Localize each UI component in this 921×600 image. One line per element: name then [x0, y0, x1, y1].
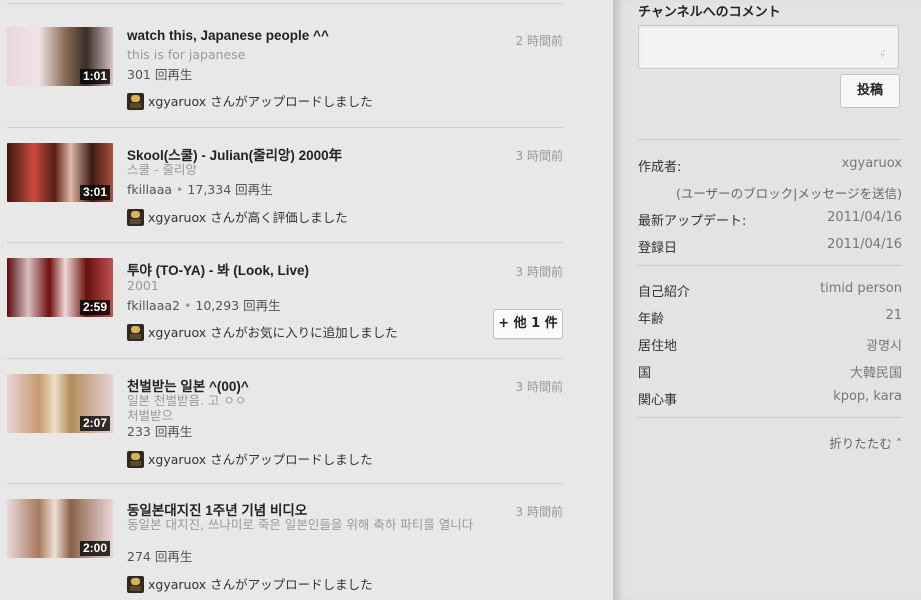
- uploader-link[interactable]: fkillaaa: [127, 182, 172, 197]
- uploader-link[interactable]: fkillaaa2: [127, 298, 180, 313]
- video-meta: fkillaaa2 • 10,293 回再生: [127, 298, 281, 313]
- video-description: 일본 천벌받음. 고 ㅇㅇ 처벌받으: [127, 393, 247, 421]
- view-count: 233 回再生: [127, 424, 193, 439]
- video-thumbnail[interactable]: 2:59: [7, 258, 113, 317]
- timestamp: 3 時間前: [515, 149, 563, 163]
- interests-row: 関心事 kpop, kara: [638, 389, 902, 408]
- duration-badge: 2:07: [79, 416, 110, 431]
- duration-badge: 2:59: [79, 300, 110, 315]
- interests-label: 関心事: [638, 393, 678, 408]
- timestamp: 3 時間前: [515, 265, 563, 279]
- joined-value: 2011/04/16: [827, 237, 902, 252]
- activity-text: xgyaruox さんがお気に入りに追加しました: [148, 325, 398, 340]
- view-count: 301 回再生: [127, 67, 193, 82]
- collapse-link[interactable]: 折りたたむ ˄: [829, 433, 902, 452]
- duration-badge: 1:01: [79, 69, 110, 84]
- divider: [638, 265, 902, 266]
- activity-text: xgyaruox さんがアップロードしました: [148, 452, 373, 467]
- channel-info-panel: チャンネルへのコメント .:̣ 投稿 作成者: xgyaruox (ユーザーのブ…: [613, 0, 921, 600]
- video-title[interactable]: 투야 (TO-YA) - 봐 (Look, Live): [127, 259, 309, 279]
- video-thumbnail[interactable]: 1:01: [7, 27, 113, 86]
- activity-line: xgyaruox さんが高く評価しました: [127, 207, 348, 226]
- age-value: 21: [885, 308, 902, 323]
- view-count: 274 回再生: [127, 549, 193, 564]
- divider: [7, 3, 563, 4]
- video-description: 동일본 대지진, 쓰나미로 죽은 일본인들을 위해 축하 파티를 열니다: [127, 517, 474, 532]
- block-message-links[interactable]: (ユーザーのブロック|メッセージを送信): [676, 183, 902, 202]
- divider: [638, 139, 902, 140]
- country-row: 国 大韓民国: [638, 362, 902, 381]
- joined-row: 登録日 2011/04/16: [638, 237, 902, 256]
- location-row: 居住地 광명시: [638, 335, 902, 354]
- joined-label: 登録日: [638, 241, 678, 256]
- divider: [638, 417, 902, 418]
- location-value: 광명시: [866, 339, 902, 354]
- avatar[interactable]: [127, 576, 144, 593]
- country-label: 国: [638, 366, 652, 381]
- video-title[interactable]: 동일본대지진 1주년 기념 비디오: [127, 499, 307, 519]
- updated-label: 最新アップデート:: [638, 214, 747, 229]
- activity-line: xgyaruox さんがアップロードしました: [127, 574, 373, 593]
- video-thumbnail[interactable]: 2:07: [7, 374, 113, 433]
- video-description: 2001: [127, 278, 159, 293]
- comment-heading: チャンネルへのコメント: [638, 5, 781, 20]
- video-thumbnail[interactable]: 2:00: [7, 499, 113, 558]
- video-title[interactable]: 천벌받는 일본 ^(00)^: [127, 375, 249, 395]
- creator-label: 作成者:: [638, 160, 682, 175]
- age-row: 年齢 21: [638, 308, 902, 327]
- activity-text: xgyaruox さんがアップロードしました: [148, 577, 373, 592]
- video-description: this is for japanese: [127, 47, 246, 62]
- video-title[interactable]: watch this, Japanese people ^^: [127, 28, 329, 43]
- about-label: 自己紹介: [638, 285, 691, 300]
- activity-line: xgyaruox さんがアップロードしました: [127, 91, 373, 110]
- video-title[interactable]: Skool(스쿨) - Julian(줄리앙) 2000年: [127, 144, 342, 164]
- divider: [7, 242, 563, 243]
- interests-value: kpop, kara: [833, 389, 902, 404]
- duration-badge: 3:01: [79, 185, 110, 200]
- age-label: 年齢: [638, 312, 665, 327]
- activity-line: xgyaruox さんがお気に入りに追加しました: [127, 322, 398, 341]
- timestamp: 3 時間前: [515, 380, 563, 394]
- activity-text: xgyaruox さんが高く評価しました: [148, 210, 348, 225]
- divider: [7, 483, 563, 484]
- creator-row: 作成者: xgyaruox: [638, 156, 902, 175]
- about-value: timid person: [820, 281, 902, 296]
- divider: [7, 127, 563, 128]
- video-meta: fkillaaa • 17,334 回再生: [127, 182, 273, 197]
- video-thumbnail[interactable]: 3:01: [7, 143, 113, 202]
- country-value: 大韓民国: [849, 366, 902, 381]
- resize-grip-icon[interactable]: .:̣: [880, 48, 885, 58]
- activity-feed: 1:01 watch this, Japanese people ^^ this…: [0, 0, 613, 600]
- timestamp: 2 時間前: [515, 34, 563, 48]
- avatar[interactable]: [127, 451, 144, 468]
- duration-badge: 2:00: [79, 541, 110, 556]
- timestamp: 3 時間前: [515, 505, 563, 519]
- about-row: 自己紹介 timid person: [638, 281, 902, 300]
- more-activity-button[interactable]: + 他 1 件: [493, 309, 563, 339]
- post-button[interactable]: 投稿: [840, 74, 900, 108]
- avatar[interactable]: [127, 324, 144, 341]
- view-count: 17,334 回再生: [187, 182, 273, 197]
- activity-line: xgyaruox さんがアップロードしました: [127, 449, 373, 468]
- video-description: 스쿨 - 줄리앙: [127, 162, 197, 177]
- view-count: 10,293 回再生: [195, 298, 281, 313]
- comment-input[interactable]: .:̣: [638, 25, 899, 69]
- updated-row: 最新アップデート: 2011/04/16: [638, 210, 902, 229]
- location-label: 居住地: [638, 339, 678, 354]
- creator-link[interactable]: xgyaruox: [842, 156, 902, 171]
- avatar[interactable]: [127, 209, 144, 226]
- updated-value: 2011/04/16: [827, 210, 902, 225]
- activity-text: xgyaruox さんがアップロードしました: [148, 94, 373, 109]
- divider: [7, 358, 563, 359]
- avatar[interactable]: [127, 93, 144, 110]
